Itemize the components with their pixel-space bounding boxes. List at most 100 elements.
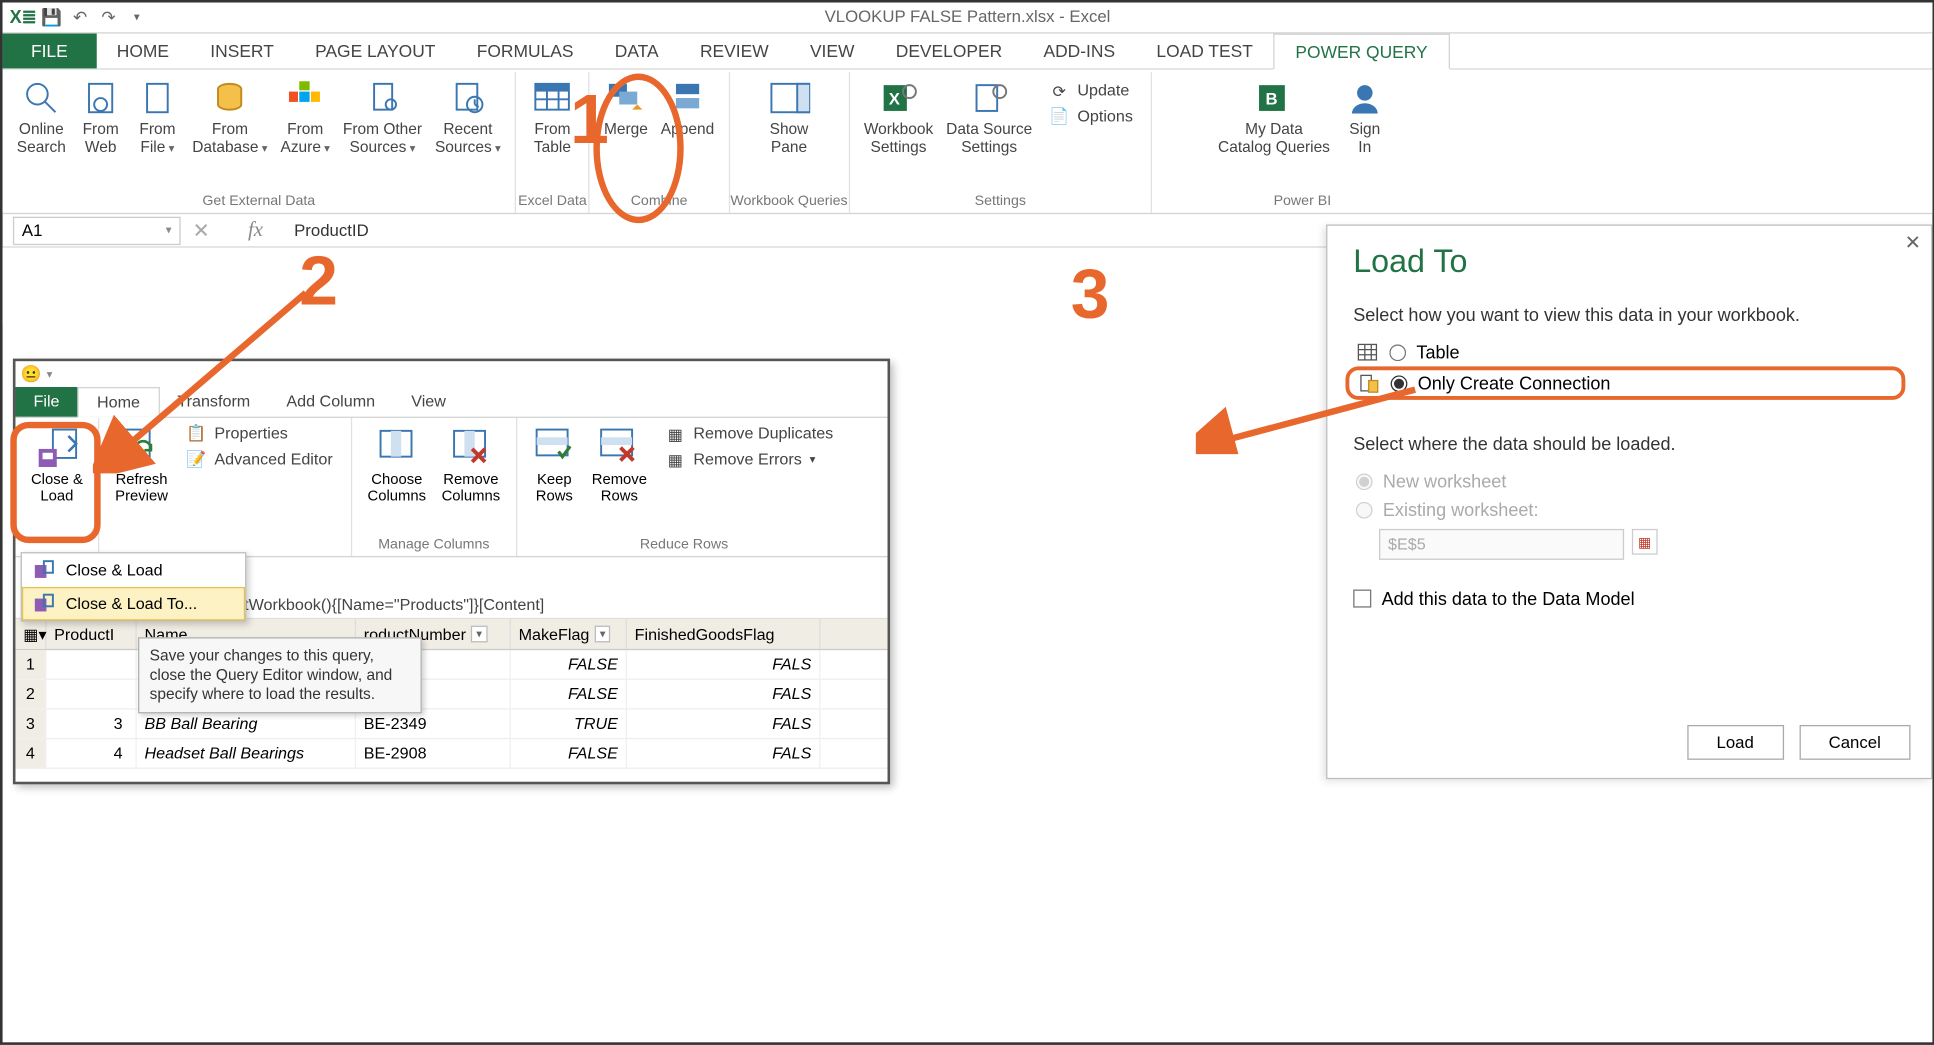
ribbon: Online Search From Web From File From Da… bbox=[3, 70, 1933, 214]
checkbox-add-to-data-model[interactable] bbox=[1353, 590, 1371, 608]
menu-close-and-load-to[interactable]: Close & Load To... bbox=[22, 587, 245, 621]
qe-col-finishedgoodsflag[interactable]: FinishedGoodsFlag bbox=[627, 619, 821, 649]
undo-icon[interactable]: ↶ bbox=[67, 6, 93, 29]
qe-tab-view[interactable]: View bbox=[393, 387, 464, 417]
data-source-settings-button[interactable]: Data Source Settings bbox=[940, 75, 1039, 160]
tab-formulas[interactable]: FORMULAS bbox=[456, 34, 594, 69]
tab-file[interactable]: FILE bbox=[3, 34, 97, 69]
redo-icon[interactable]: ↷ bbox=[95, 6, 121, 29]
from-database-button[interactable]: From Database bbox=[186, 75, 274, 160]
load-to-prompt-where: Select where the data should be loaded. bbox=[1353, 433, 1905, 454]
remove-rows-button[interactable]: Remove Rows bbox=[584, 421, 655, 510]
annotation-number-2: 2 bbox=[299, 241, 338, 321]
qe-qat-dropdown-icon[interactable]: ▾ bbox=[47, 367, 53, 381]
from-file-button[interactable]: From File bbox=[129, 75, 186, 160]
sign-in-button[interactable]: Sign In bbox=[1336, 75, 1393, 160]
remove-errors-button[interactable]: ▦Remove Errors ▾ bbox=[665, 449, 833, 470]
qe-app-icon: 😐 bbox=[21, 364, 42, 385]
remove-duplicates-button[interactable]: ▦Remove Duplicates bbox=[665, 423, 833, 444]
table-row[interactable]: 33BB Ball BearingBE-2349TRUEFALS bbox=[15, 710, 887, 740]
from-web-button[interactable]: From Web bbox=[72, 75, 129, 160]
name-box[interactable]: A1▾ bbox=[13, 216, 181, 244]
load-button[interactable]: Load bbox=[1687, 725, 1784, 760]
tab-data[interactable]: DATA bbox=[594, 34, 679, 69]
tab-addins[interactable]: ADD-INS bbox=[1023, 34, 1136, 69]
menu-close-and-load[interactable]: Close & Load bbox=[22, 553, 245, 587]
group-settings: X Workbook Settings Data Source Settings… bbox=[850, 72, 1153, 213]
qe-tab-file[interactable]: File bbox=[15, 387, 77, 417]
workbook-settings-button[interactable]: X Workbook Settings bbox=[857, 75, 939, 160]
save-icon[interactable]: 💾 bbox=[39, 6, 65, 29]
show-pane-button[interactable]: Show Pane bbox=[737, 75, 840, 160]
refresh-preview-button[interactable]: Refresh Preview bbox=[107, 421, 175, 510]
group-get-external-data: Online Search From Web From File From Da… bbox=[3, 72, 517, 213]
tab-power-query[interactable]: POWER QUERY bbox=[1273, 34, 1449, 70]
close-load-to-small-icon bbox=[32, 592, 55, 615]
tab-load-test[interactable]: LOAD TEST bbox=[1136, 34, 1274, 69]
options-icon: 📄 bbox=[1049, 106, 1070, 127]
radio-only-create-connection[interactable] bbox=[1391, 375, 1408, 392]
cell-finishedgoodsflag: FALS bbox=[627, 739, 821, 767]
tab-developer[interactable]: DEVELOPER bbox=[875, 34, 1023, 69]
svg-text:X: X bbox=[888, 89, 900, 108]
option-only-create-connection[interactable]: Only Create Connection bbox=[1345, 366, 1905, 400]
properties-button[interactable]: 📋Properties bbox=[186, 423, 333, 444]
close-load-to-tooltip: Save your changes to this query, close t… bbox=[138, 637, 422, 713]
group-workbook-queries: Show Pane Workbook Queries bbox=[730, 72, 850, 213]
remove-errors-icon: ▦ bbox=[665, 449, 686, 470]
tab-page-layout[interactable]: PAGE LAYOUT bbox=[294, 34, 456, 69]
choose-columns-button[interactable]: Choose Columns bbox=[360, 421, 434, 510]
recent-icon bbox=[447, 77, 488, 118]
pane-icon bbox=[768, 77, 809, 118]
keep-rows-icon bbox=[532, 426, 576, 470]
qe-group-manage-columns: Choose Columns Remove Columns Manage Col… bbox=[352, 418, 517, 556]
from-other-sources-button[interactable]: From Other Sources bbox=[336, 75, 428, 160]
qe-col-makeflag[interactable]: MakeFlag ▾ bbox=[511, 619, 627, 649]
excel-icon: X≣ bbox=[10, 6, 36, 29]
search-icon bbox=[21, 77, 62, 118]
recent-sources-button[interactable]: Recent Sources bbox=[429, 75, 508, 160]
file-icon bbox=[137, 77, 178, 118]
qe-tabstrip: File Home Transform Add Column View bbox=[15, 387, 887, 418]
tab-home[interactable]: HOME bbox=[96, 34, 190, 69]
tab-view[interactable]: VIEW bbox=[789, 34, 875, 69]
qat-customize-icon[interactable]: ▾ bbox=[124, 6, 150, 29]
qe-tab-add-column[interactable]: Add Column bbox=[268, 387, 393, 417]
connection-small-icon bbox=[1357, 373, 1380, 394]
tab-insert[interactable]: INSERT bbox=[190, 34, 295, 69]
cell-finishedgoodsflag: FALS bbox=[627, 650, 821, 678]
add-to-data-model-row[interactable]: Add this data to the Data Model bbox=[1353, 588, 1905, 609]
ribbon-tabstrip: FILE HOME INSERT PAGE LAYOUT FORMULAS DA… bbox=[3, 34, 1933, 70]
qe-group-reduce-rows: Keep Rows Remove Rows ▦Remove Duplicates… bbox=[517, 418, 851, 556]
qe-tab-home[interactable]: Home bbox=[78, 387, 160, 418]
annotation-rect-2 bbox=[10, 422, 100, 543]
options-button[interactable]: 📄Options bbox=[1049, 106, 1133, 127]
remove-columns-button[interactable]: Remove Columns bbox=[434, 421, 508, 510]
radio-table[interactable] bbox=[1389, 344, 1406, 361]
table-row[interactable]: 44Headset Ball BearingsBE-2908FALSEFALS bbox=[15, 739, 887, 769]
formula-cancel-icon[interactable]: ✕ bbox=[188, 217, 214, 243]
close-load-dropdown: Close & Load Close & Load To... bbox=[21, 552, 247, 622]
qe-tab-transform[interactable]: Transform bbox=[159, 387, 268, 417]
cancel-button[interactable]: Cancel bbox=[1799, 725, 1911, 760]
update-button[interactable]: ⟳Update bbox=[1049, 80, 1133, 101]
annotation-number-3: 3 bbox=[1071, 254, 1110, 334]
cell-makeflag: TRUE bbox=[511, 710, 627, 738]
close-icon[interactable]: ✕ bbox=[1905, 231, 1921, 254]
cell-makeflag: FALSE bbox=[511, 680, 627, 708]
my-data-catalog-button[interactable]: B My Data Catalog Queries bbox=[1212, 75, 1337, 160]
tab-review[interactable]: REVIEW bbox=[679, 34, 789, 69]
qe-corner-cell[interactable]: ▦▾ bbox=[15, 619, 46, 649]
svg-text:B: B bbox=[1265, 89, 1277, 108]
group-power-bi: B My Data Catalog Queries Sign In Power … bbox=[1204, 72, 1401, 213]
from-azure-button[interactable]: From Azure bbox=[274, 75, 336, 160]
online-search-button[interactable]: Online Search bbox=[10, 75, 72, 160]
advanced-editor-button[interactable]: 📝Advanced Editor bbox=[186, 449, 333, 470]
powerbi-icon: B bbox=[1253, 77, 1294, 118]
keep-rows-button[interactable]: Keep Rows bbox=[525, 421, 584, 510]
option-table[interactable]: Table bbox=[1353, 338, 1905, 366]
fx-icon[interactable]: fx bbox=[240, 219, 271, 242]
other-sources-icon bbox=[362, 77, 403, 118]
qe-group-query: Refresh Preview 📋Properties 📝Advanced Ed… bbox=[100, 418, 352, 556]
qe-col-productid[interactable]: ProductI bbox=[46, 619, 136, 649]
